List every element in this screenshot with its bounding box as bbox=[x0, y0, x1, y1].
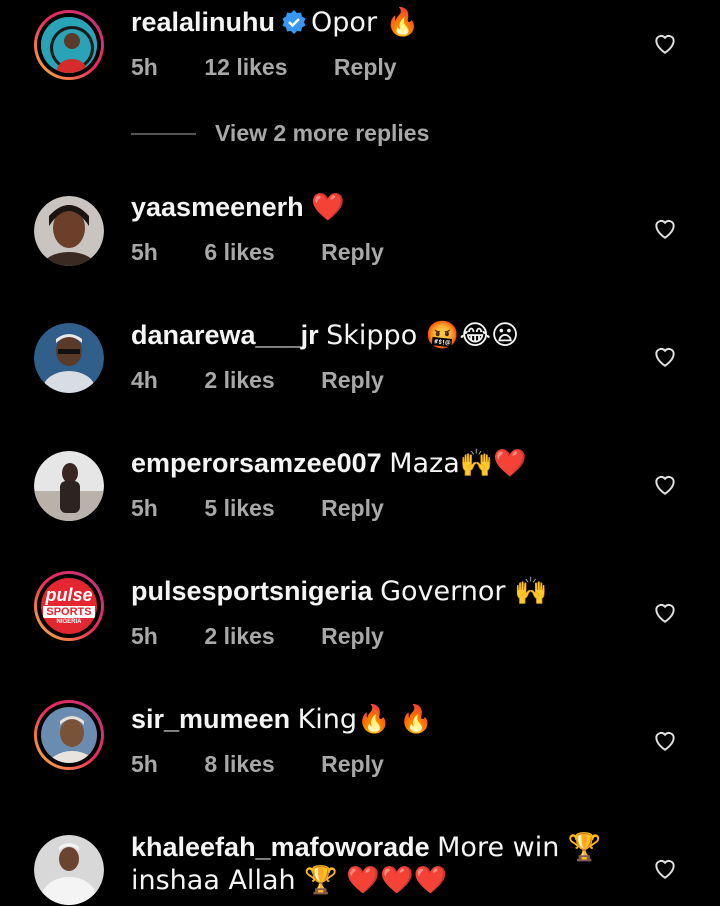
comment-likes[interactable]: 6 likes bbox=[204, 239, 274, 266]
comment-time: 5h bbox=[131, 751, 158, 777]
comment-likes[interactable]: 5 likes bbox=[204, 495, 274, 522]
reply-button[interactable]: Reply bbox=[321, 367, 384, 394]
reply-button[interactable]: Reply bbox=[321, 623, 384, 650]
heart-icon[interactable] bbox=[652, 30, 678, 56]
comment-text: Opor 🔥 bbox=[311, 7, 420, 38]
reply-button[interactable]: Reply bbox=[321, 751, 384, 778]
avatar-photo bbox=[41, 707, 97, 763]
comment-time: 4h bbox=[131, 367, 158, 393]
reply-button[interactable]: Reply bbox=[334, 54, 397, 81]
comment-likes[interactable]: 2 likes bbox=[204, 367, 274, 394]
avatar[interactable] bbox=[34, 451, 104, 521]
avatar[interactable] bbox=[34, 323, 104, 393]
comment-text: Maza🙌❤️ bbox=[389, 448, 527, 479]
heart-icon[interactable] bbox=[652, 343, 678, 369]
avatar[interactable] bbox=[34, 196, 104, 266]
avatar-photo bbox=[34, 323, 104, 393]
reply-button[interactable]: Reply bbox=[321, 495, 384, 522]
comment-time: 5h bbox=[131, 495, 158, 521]
comment-time: 5h bbox=[131, 623, 158, 649]
avatar-photo bbox=[34, 835, 104, 905]
heart-icon[interactable] bbox=[652, 471, 678, 497]
avatar[interactable] bbox=[34, 700, 104, 770]
comment-text: ❤️ bbox=[311, 192, 345, 223]
pulse-sports-logo: pulse SPORTS NIGERIA bbox=[41, 578, 97, 634]
heart-icon[interactable] bbox=[652, 215, 678, 241]
comment-username[interactable]: khaleefah_mafoworade bbox=[131, 832, 430, 862]
comment-username[interactable]: realalinuhu bbox=[131, 7, 275, 37]
comment-text: Skippo 🤬😂😦 bbox=[326, 320, 520, 351]
comment-likes[interactable]: 8 likes bbox=[204, 751, 274, 778]
divider-line bbox=[131, 133, 196, 135]
heart-icon[interactable] bbox=[652, 855, 678, 881]
comment-username[interactable]: emperorsamzee007 bbox=[131, 448, 382, 478]
comment-likes[interactable]: 2 likes bbox=[204, 623, 274, 650]
heart-icon[interactable] bbox=[652, 727, 678, 753]
verified-badge-icon bbox=[281, 9, 307, 43]
reply-button[interactable]: Reply bbox=[321, 239, 384, 266]
comment-username[interactable]: yaasmeenerh bbox=[131, 192, 304, 222]
comment-time: 5h bbox=[131, 239, 158, 265]
view-more-replies-label[interactable]: View 2 more replies bbox=[215, 120, 429, 147]
comment-text: Governor 🙌 bbox=[380, 576, 548, 607]
avatar-photo bbox=[41, 17, 97, 73]
comment-likes[interactable]: 12 likes bbox=[204, 54, 287, 81]
avatar[interactable] bbox=[34, 835, 104, 905]
comment-text: King🔥 🔥 bbox=[297, 704, 433, 735]
avatar[interactable] bbox=[34, 10, 104, 80]
avatar[interactable]: pulse SPORTS NIGERIA bbox=[34, 571, 104, 641]
avatar-photo bbox=[34, 196, 104, 266]
comment-time: 5h bbox=[131, 54, 158, 80]
avatar-photo bbox=[34, 451, 104, 521]
heart-icon[interactable] bbox=[652, 599, 678, 625]
comment-username[interactable]: danarewa___jr bbox=[131, 320, 319, 350]
comment-username[interactable]: sir_mumeen bbox=[131, 704, 290, 734]
comment-username[interactable]: pulsesportsnigeria bbox=[131, 576, 373, 606]
